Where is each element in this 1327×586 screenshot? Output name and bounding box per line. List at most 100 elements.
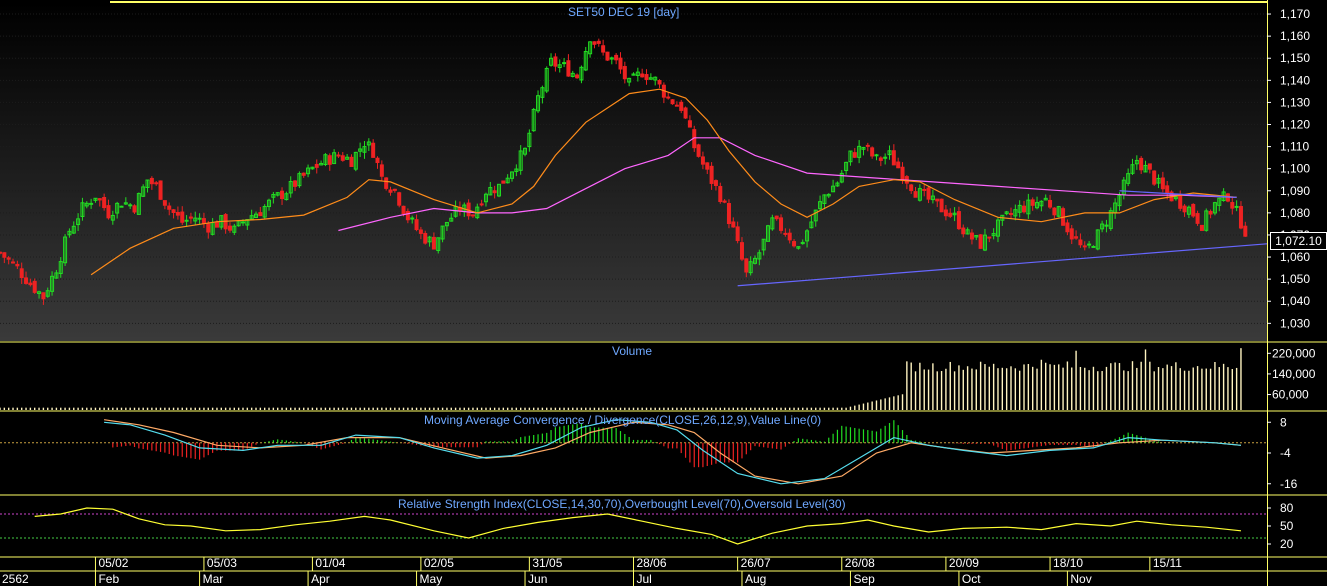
- candle-body: [909, 184, 914, 192]
- rsi-panel-title: Relative Strength Index(CLOSE,14,30,70),…: [398, 497, 846, 511]
- candle-body: [1082, 245, 1087, 248]
- macd-line: [104, 419, 1242, 485]
- price-tick-label: 1,090: [1280, 184, 1310, 198]
- candle-body: [553, 56, 558, 67]
- candle-body: [900, 166, 905, 181]
- candle-body: [227, 225, 232, 231]
- candle-body: [397, 192, 402, 206]
- candle-body: [978, 234, 983, 249]
- volume-panel-title: Volume: [612, 344, 653, 358]
- chart-window: 1,170 1,160 1,150 1,140 1,130 1,120 1,110 1,100…: [0, 0, 1327, 586]
- candle-body: [1195, 213, 1200, 224]
- candle-body: [1074, 236, 1079, 239]
- candle-body: [700, 156, 705, 165]
- month-label: Sep: [853, 572, 875, 586]
- price-tick-label: 1,130: [1280, 95, 1310, 109]
- candle-body: [470, 214, 475, 217]
- candle-body: [19, 268, 24, 279]
- candle-body: [11, 261, 16, 264]
- candle-body: [15, 263, 20, 267]
- date-label: 20/09: [949, 556, 979, 570]
- candle-body: [132, 205, 137, 213]
- candle-body: [687, 120, 692, 128]
- candle-body: [240, 221, 245, 224]
- candle-body: [293, 180, 298, 187]
- candle-body: [340, 155, 345, 161]
- candle-body: [201, 218, 206, 224]
- candle-body: [739, 242, 744, 260]
- date-label: 18/10: [1053, 556, 1083, 570]
- date-label: 31/05: [532, 556, 562, 570]
- month-label: May: [420, 572, 443, 586]
- candle-body: [1022, 205, 1027, 213]
- volume-tick-label: 220,000: [1272, 346, 1316, 360]
- volume-tick-label: 60,000: [1272, 388, 1309, 402]
- candle-body: [922, 188, 927, 191]
- date-label: 02/05: [424, 556, 454, 570]
- candle-body: [705, 162, 710, 170]
- candle-body: [874, 154, 879, 157]
- candle-body: [722, 200, 727, 203]
- macd-tick-label: -16: [1280, 477, 1298, 491]
- candle-body: [891, 150, 896, 166]
- candle-body: [735, 226, 740, 242]
- candle-body: [180, 211, 185, 223]
- candle-body: [158, 180, 163, 200]
- candle-body: [327, 155, 332, 165]
- candle-body: [479, 203, 484, 206]
- candle-body: [713, 180, 718, 186]
- candle-body: [683, 107, 688, 119]
- volume-tick-label: 140,000: [1272, 367, 1316, 381]
- candle-body: [787, 232, 792, 241]
- candle-body: [1208, 210, 1213, 215]
- candle-body: [1238, 206, 1243, 229]
- price-tick-label: 1,100: [1280, 162, 1310, 176]
- candle-body: [1030, 199, 1035, 206]
- candle-body: [171, 209, 176, 213]
- candle-body: [1008, 212, 1013, 215]
- candle-body: [106, 205, 111, 219]
- candle-body: [1147, 163, 1152, 170]
- price-tick-label: 1,120: [1280, 118, 1310, 132]
- candle-body: [939, 198, 944, 213]
- candle-body: [214, 221, 219, 228]
- candle-body: [657, 80, 662, 85]
- month-label: Nov: [1070, 572, 1091, 586]
- candle-body: [379, 164, 384, 177]
- candle-body: [197, 217, 202, 220]
- price-tick-label: 1,060: [1280, 250, 1310, 264]
- candle-body: [744, 258, 749, 273]
- candle-body: [89, 202, 94, 205]
- candle-body: [718, 186, 723, 202]
- candle-body: [2, 252, 7, 258]
- candle-body: [280, 190, 285, 200]
- month-label: Feb: [98, 572, 119, 586]
- candle-body: [913, 191, 918, 198]
- candle-body: [1065, 222, 1070, 233]
- candle-body: [1165, 185, 1170, 194]
- candle-body: [640, 73, 645, 78]
- candle-body: [1178, 195, 1183, 209]
- candle-body: [1243, 225, 1248, 237]
- candle-body: [852, 152, 857, 158]
- candle-body: [0, 251, 2, 254]
- candle-body: [41, 292, 46, 300]
- candle-body: [392, 188, 397, 191]
- candle-body: [961, 227, 966, 235]
- month-label: Mar: [203, 572, 224, 586]
- candle-body: [384, 177, 389, 189]
- candle-body: [1199, 224, 1204, 231]
- price-tick-label: 1,080: [1280, 206, 1310, 220]
- candle-body: [674, 104, 679, 107]
- candle-body: [388, 189, 393, 193]
- candle-body: [102, 196, 107, 209]
- candle-body: [371, 142, 376, 158]
- candle-body: [349, 156, 354, 167]
- candle-body: [375, 157, 380, 164]
- candle-body: [414, 219, 419, 231]
- candle-body: [596, 40, 601, 44]
- rsi-tick-label: 50: [1280, 519, 1294, 533]
- candle-body: [188, 216, 193, 219]
- candle-body: [6, 257, 11, 260]
- candle-body: [410, 217, 415, 220]
